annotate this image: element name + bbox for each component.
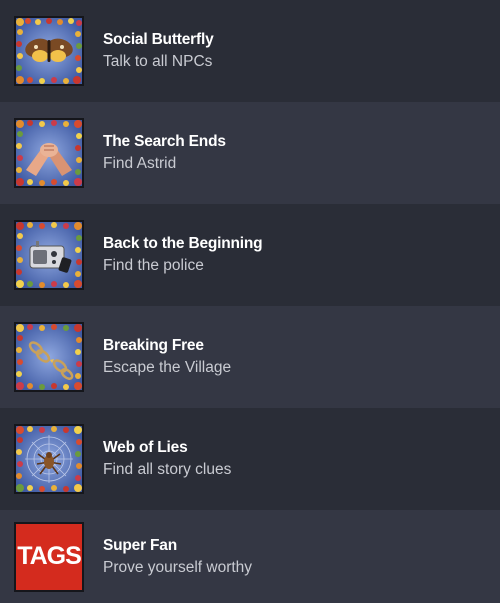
tags-logo-text: TAGS [17,542,82,570]
achievement-description: Escape the Village [103,359,232,376]
achievement-list: Social Butterfly Talk to all NPCs The Se… [0,0,500,603]
achievement-description: Find all story clues [103,461,232,478]
broken-chain-icon [14,322,84,392]
achievement-title: The Search Ends [103,133,226,150]
achievement-row[interactable]: Back to the Beginning Find the police [0,204,500,306]
achievement-row[interactable]: The Search Ends Find Astrid [0,102,500,204]
achievement-row[interactable]: Social Butterfly Talk to all NPCs [0,0,500,102]
spider-web-icon [14,424,84,494]
achievement-title: Back to the Beginning [103,235,263,252]
achievement-row[interactable]: TAGS Super Fan Prove yourself worthy [0,510,500,603]
achievement-description: Prove yourself worthy [103,558,253,576]
achievement-row[interactable]: Breaking Free Escape the Village [0,306,500,408]
handshake-icon [14,118,84,188]
radio-icon [14,220,84,290]
achievement-description: Find Astrid [103,155,177,172]
achievement-title: Web of Lies [103,439,188,456]
achievement-row[interactable]: Web of Lies Find all story clues [0,408,500,510]
achievement-description: Find the police [103,257,204,274]
butterfly-icon [14,16,84,86]
achievement-description: Talk to all NPCs [103,53,213,70]
achievement-title: Super Fan [103,536,177,554]
achievement-title: Breaking Free [103,337,204,354]
achievement-title: Social Butterfly [103,31,214,48]
tags-logo-icon: TAGS [14,521,84,592]
